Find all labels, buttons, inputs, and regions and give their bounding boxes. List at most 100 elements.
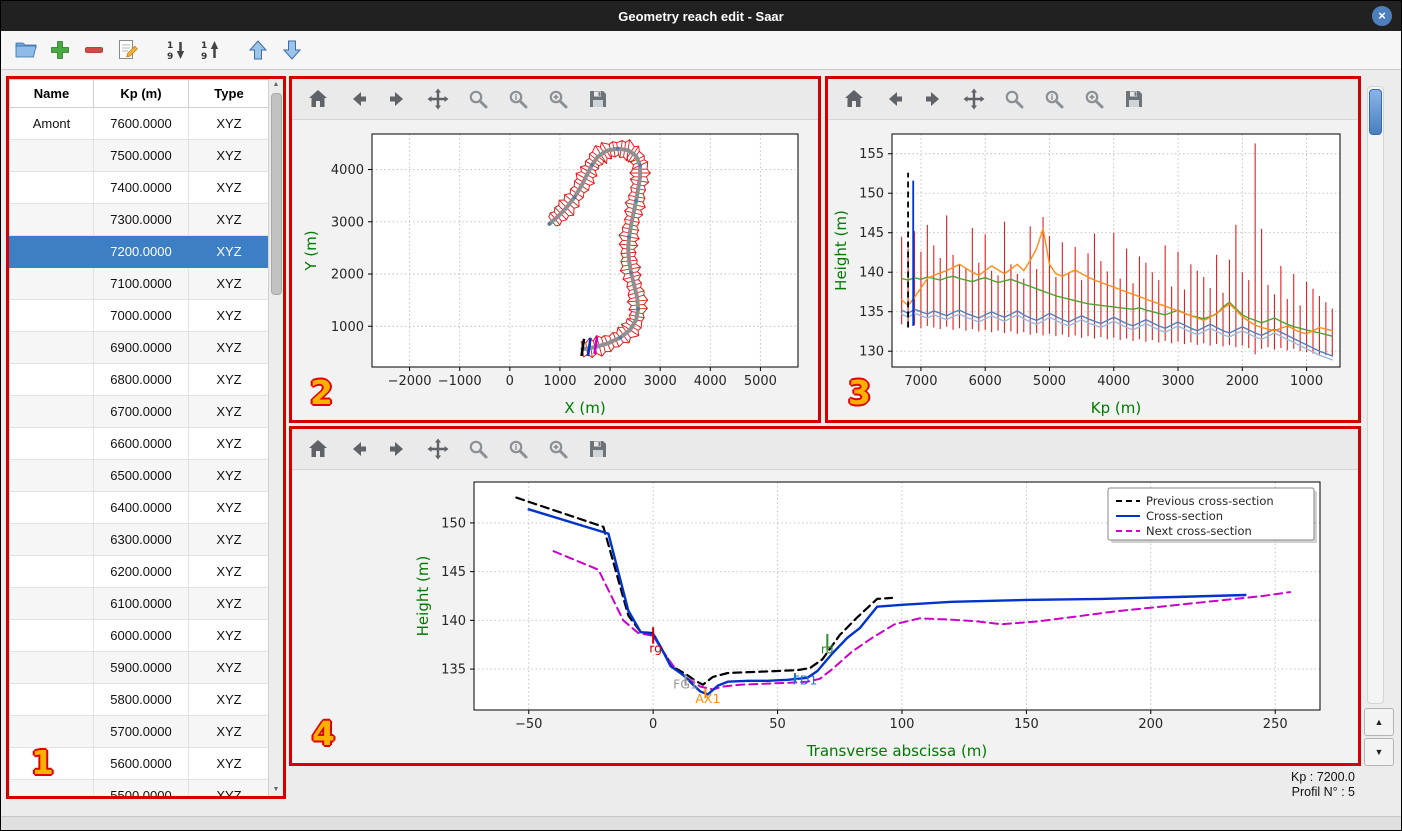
home-button[interactable] [304,435,332,463]
edit-profile-button[interactable] [113,36,142,65]
annotation-mark-3: 3 [848,373,871,412]
pan-button[interactable] [960,85,988,113]
home-icon [309,90,327,107]
forward-button[interactable] [384,85,412,113]
cell-type: XYZ [188,267,269,300]
table-scrollbar-thumb[interactable] [271,93,282,295]
table-row[interactable]: 6900.0000 XYZ [9,331,269,364]
cell-type: XYZ [188,459,269,492]
save-button[interactable] [1120,85,1148,113]
table-scrollbar[interactable]: ▲ ▼ [268,79,283,796]
svg-text:3000: 3000 [1161,374,1194,389]
cell-kp: 5600.0000 [93,747,189,780]
profile-down-button[interactable]: ▼ [1364,738,1394,766]
cell-name [9,331,94,364]
save-button[interactable] [584,435,612,463]
save-button[interactable] [584,85,612,113]
zoom-in-button[interactable] [544,85,572,113]
home-button[interactable] [304,85,332,113]
svg-text:Y (m): Y (m) [302,230,320,271]
zoom-original-button[interactable]: i [1040,85,1068,113]
forward-button[interactable] [920,85,948,113]
cross-section-chart[interactable]: −50 0 50 100 150 200 250 135 140 145 150 Transverse… [292,470,1358,764]
zoom-original-button[interactable]: i [504,85,532,113]
edit-icon [118,40,138,59]
table-scroll-down-button[interactable]: ▼ [269,784,283,796]
sort-descending-button[interactable]: 19 [161,36,190,65]
table-row[interactable]: 6500.0000 XYZ [9,459,269,492]
back-button[interactable] [344,85,372,113]
annotation-mark-1: 1 [31,743,54,782]
cell-kp: 6200.0000 [93,555,189,588]
remove-profile-button[interactable] [79,36,108,65]
table-row[interactable]: 6400.0000 XYZ [9,491,269,524]
zoom-button[interactable] [464,85,492,113]
table-row[interactable]: 5800.0000 XYZ [9,683,269,716]
profile-up-button[interactable]: ▲ [1364,708,1394,736]
forward-arrow-icon [390,92,403,106]
plan-chart[interactable]: −2000 −1000 0 1000 2000 3000 4000 5000 1000 2000 3… [292,120,818,421]
zoom-in-button[interactable] [1080,85,1108,113]
table-row[interactable]: 6100.0000 XYZ [9,587,269,620]
table-row[interactable]: 6000.0000 XYZ [9,619,269,652]
back-button[interactable] [880,85,908,113]
table-row[interactable]: 7500.0000 XYZ [9,139,269,172]
status-kp: Kp : 7200.0 [1291,770,1355,784]
profile-chart[interactable]: 7000 6000 5000 4000 3000 2000 1000 130 135 140 145… [828,120,1358,421]
cross-section-toolbar: i [292,429,1358,470]
table-row[interactable]: 7200.0000 XYZ [9,235,269,268]
table-scroll-up-button[interactable]: ▲ [269,79,283,91]
table-row[interactable]: 7400.0000 XYZ [9,171,269,204]
cell-name [9,395,94,428]
pan-button[interactable] [424,85,452,113]
table-row[interactable]: 6700.0000 XYZ [9,395,269,428]
svg-text:50: 50 [769,717,786,732]
table-row[interactable]: 5900.0000 XYZ [9,651,269,684]
zoom-original-icon: i [509,440,528,459]
table-row[interactable]: 6800.0000 XYZ [9,363,269,396]
vertical-scrollbar[interactable] [1367,86,1384,704]
save-icon [1126,91,1142,107]
cell-type: XYZ [188,203,269,236]
forward-button[interactable] [384,435,412,463]
zoom-in-icon [1085,90,1104,109]
titlebar: Geometry reach edit - Saar × [1,1,1401,31]
table-row[interactable]: 6200.0000 XYZ [9,555,269,588]
zoom-button[interactable] [464,435,492,463]
open-button[interactable] [11,36,40,65]
column-header-name[interactable]: Name [9,79,94,108]
zoom-in-button[interactable] [544,435,572,463]
zoom-original-button[interactable]: i [504,435,532,463]
move-down-button[interactable] [277,36,306,65]
pan-icon [427,88,449,110]
plan-view-panel: i −2000 −1000 0 1000 2000 3000 4000 5000 1000 200… [289,76,821,423]
column-header-type[interactable]: Type [188,79,269,108]
cross-section-panel: i −50 0 50 100 150 200 250 135 140 145 150 Transver… [289,426,1361,766]
add-profile-button[interactable] [45,36,74,65]
move-up-button[interactable] [243,36,272,65]
cell-kp: 5800.0000 [93,683,189,716]
zoom-button[interactable] [1000,85,1028,113]
save-icon [590,441,606,457]
table-row[interactable]: 7300.0000 XYZ [9,203,269,236]
table-row[interactable]: 7000.0000 XYZ [9,299,269,332]
forward-arrow-icon [926,92,939,106]
table-row[interactable]: 6600.0000 XYZ [9,427,269,460]
svg-text:FG1: FG1 [673,677,698,692]
pan-button[interactable] [424,435,452,463]
svg-text:Cross-section: Cross-section [1146,509,1223,523]
back-button[interactable] [344,435,372,463]
table-row[interactable]: Amont 7600.0000 XYZ [9,107,269,140]
close-button[interactable]: × [1372,6,1392,26]
column-header-kp-m-[interactable]: Kp (m) [93,79,189,108]
table-row[interactable]: 6300.0000 XYZ [9,523,269,556]
status-labels: Kp : 7200.0 Profil N° : 5 [1291,770,1355,800]
table-row[interactable]: 7100.0000 XYZ [9,267,269,300]
cell-kp: 6000.0000 [93,619,189,652]
svg-text:9: 9 [201,52,207,62]
sort-ascending-button[interactable]: 19 [195,36,224,65]
svg-text:3000: 3000 [644,374,677,389]
home-button[interactable] [840,85,868,113]
cell-type: XYZ [188,427,269,460]
vertical-scrollbar-thumb[interactable] [1369,89,1382,135]
